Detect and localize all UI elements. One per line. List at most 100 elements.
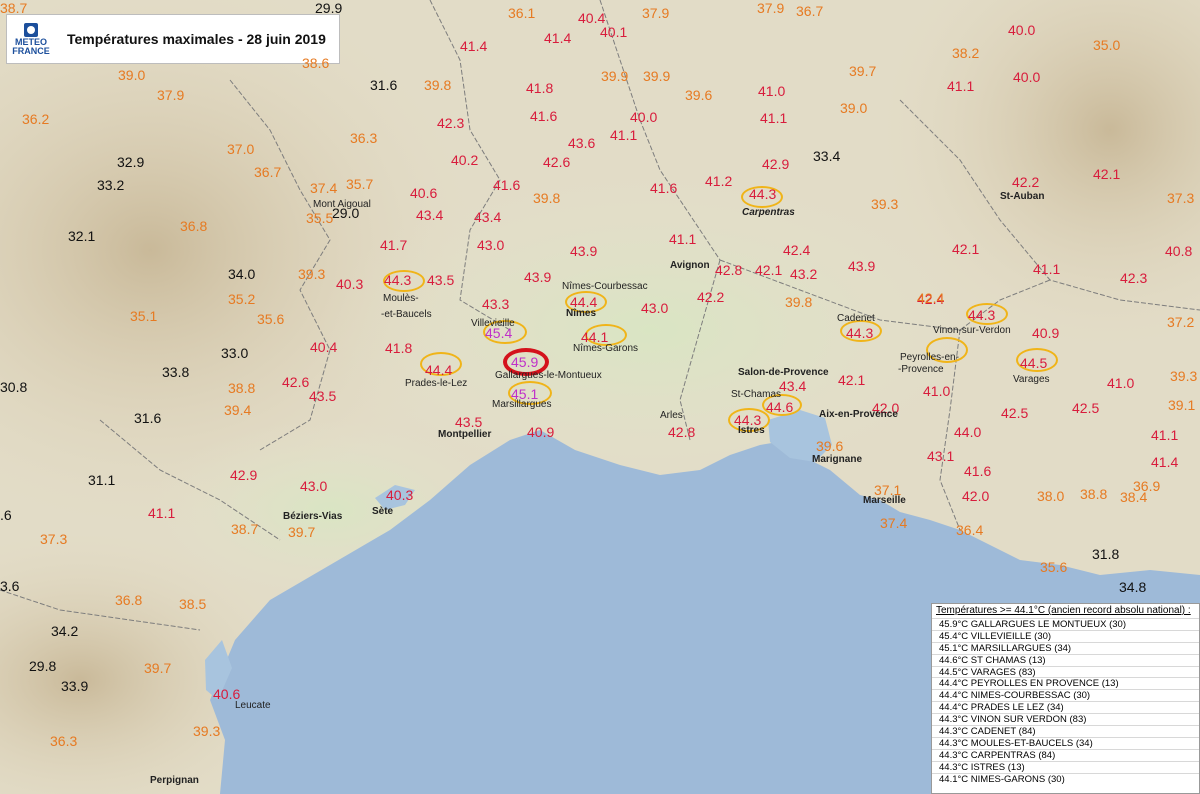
temperature-value: 41.6 — [530, 108, 558, 124]
temperature-value: 41.0 — [1107, 375, 1135, 391]
temperature-value: 36.8 — [180, 218, 208, 234]
temperature-value: 43.4 — [474, 209, 502, 225]
place-label: -Provence — [898, 364, 944, 375]
temperature-value: 41.6 — [493, 177, 521, 193]
temperature-value: 33.2 — [97, 177, 125, 193]
temperature-value: 40.9 — [1032, 325, 1060, 341]
temperature-value: 39.4 — [224, 402, 252, 418]
temperature-value: 41.6 — [650, 180, 678, 196]
temperature-value: 41.4 — [460, 38, 488, 54]
legend-rows: 45.9°C GALLARGUES LE MONTUEUX (30) 45.4°C… — [932, 618, 1199, 785]
place-label: Marsillargues — [492, 399, 552, 410]
place-label: Aix-en-Provence — [819, 409, 898, 420]
temperature-value: 39.8 — [424, 77, 452, 93]
temperature-value: 40.9 — [527, 424, 555, 440]
temperature-value: 37.3 — [40, 531, 68, 547]
temperature-value: 34.0 — [228, 266, 256, 282]
temperature-value: 43.6 — [568, 135, 596, 151]
temperature-value: 32.1 — [68, 228, 96, 244]
temperature-value: 40.6 — [410, 185, 438, 201]
temperature-value: 42.8 — [715, 262, 743, 278]
temperature-value: 40.0 — [1013, 69, 1041, 85]
temperature-value: 35.0 — [1093, 37, 1121, 53]
temperature-value: 38.5 — [179, 596, 207, 612]
legend-row: 44.4°C PRADES LE LEZ (34) — [932, 701, 1199, 713]
legend-row: 44.1°C NIMES-GARONS (30) — [932, 772, 1199, 785]
temperature-value: 42.2 — [697, 289, 725, 305]
temperature-value: 40.3 — [336, 276, 364, 292]
temperature-value: 41.1 — [669, 231, 697, 247]
temperature-value: 43.5 — [455, 414, 483, 430]
temperature-value: 3.6 — [0, 578, 20, 594]
temperature-value: 44.3 — [846, 325, 874, 341]
temperature-value: 39.3 — [1170, 368, 1198, 384]
temperature-value: 39.3 — [298, 266, 326, 282]
temperature-value: 41.6 — [964, 463, 992, 479]
temperature-value: 39.7 — [288, 524, 316, 540]
legend-row: 44.3°C ISTRES (13) — [932, 760, 1199, 773]
temperature-value: 42.6 — [282, 374, 310, 390]
temperature-value: 31.6 — [134, 410, 162, 426]
temperature-value: 37.3 — [1167, 190, 1195, 206]
record-legend: Températures >= 44.1°C (ancien record ab… — [931, 603, 1200, 794]
temperature-value: 39.0 — [840, 100, 868, 116]
logo-text-line2: FRANCE — [12, 46, 50, 56]
temperature-value: 44.3 — [384, 272, 412, 288]
temperature-value: 35.7 — [346, 176, 374, 192]
meteo-france-logo: METEO FRANCE — [7, 15, 55, 63]
temperature-value: 33.0 — [221, 345, 249, 361]
temperature-value: 34.8 — [1119, 579, 1147, 595]
temperature-value: 36.8 — [115, 592, 143, 608]
temperature-value: 34.2 — [51, 623, 79, 639]
temperature-value: 36.1 — [508, 5, 536, 21]
temperature-value: 41.7 — [380, 237, 408, 253]
logo-emblem-icon — [24, 23, 38, 37]
temperature-value: 42.1 — [755, 262, 783, 278]
temperature-value: 42.5 — [1001, 405, 1029, 421]
temperature-value: 30.8 — [0, 379, 28, 395]
temperature-value: 42.3 — [437, 115, 465, 131]
place-label: Marignane — [812, 454, 863, 465]
temperature-value: 40.0 — [630, 109, 658, 125]
place-label: Mont Aigoual — [313, 199, 371, 210]
temperature-value: 38.6 — [302, 55, 330, 71]
temperature-value: 36.3 — [50, 733, 78, 749]
temperature-value: 38.8 — [1080, 486, 1108, 502]
place-label: Villevieille — [471, 318, 515, 329]
temperature-value: 35.1 — [130, 308, 158, 324]
legend-row: 44.4°C NIMES-COURBESSAC (30) — [932, 689, 1199, 701]
temperature-value: 39.1 — [1168, 397, 1196, 413]
temperature-value: 31.8 — [1092, 546, 1120, 562]
temperature-value: 37.2 — [1167, 314, 1195, 330]
legend-row: 44.3°C CARPENTRAS (84) — [932, 748, 1199, 761]
temperature-value: 39.3 — [871, 196, 899, 212]
temperature-value: 42.1 — [952, 241, 980, 257]
temperature-value: 44.5 — [1020, 355, 1048, 371]
temperature-value: 43.5 — [427, 272, 455, 288]
temperature-value: 36.7 — [254, 164, 282, 180]
place-label: Avignon — [670, 260, 710, 271]
legend-row: 45.9°C GALLARGUES LE MONTUEUX (30) — [932, 618, 1199, 630]
place-label: Nîmes — [566, 308, 597, 319]
place-label: Sète — [372, 506, 394, 517]
temperature-value: 37.4 — [880, 515, 908, 531]
legend-row: 44.5°C VARAGES (83) — [932, 665, 1199, 678]
temperature-value: 42.2 — [1012, 174, 1040, 190]
temperature-value: 41.4 — [1151, 454, 1179, 470]
temperature-value: 42.1 — [838, 372, 866, 388]
temperature-value: 43.4 — [779, 378, 807, 394]
temperature-value: 38.7 — [231, 521, 259, 537]
temperature-value: 43.1 — [927, 448, 955, 464]
temperature-value: 38.0 — [1037, 488, 1065, 504]
temperature-value: 31.1 — [88, 472, 116, 488]
place-label: Varages — [1013, 374, 1050, 385]
temperature-value: 41.0 — [758, 83, 786, 99]
temperature-value: 44.3 — [968, 307, 996, 323]
temperature-value: 41.8 — [385, 340, 413, 356]
place-label: St-Chamas — [731, 389, 782, 400]
temperature-value: 40.1 — [600, 24, 628, 40]
temperature-value: 40.8 — [1165, 243, 1193, 259]
temperature-value: 36.7 — [796, 3, 824, 19]
temperature-value: 38.2 — [952, 45, 980, 61]
place-label: Nîmes-Courbessac — [562, 281, 648, 292]
